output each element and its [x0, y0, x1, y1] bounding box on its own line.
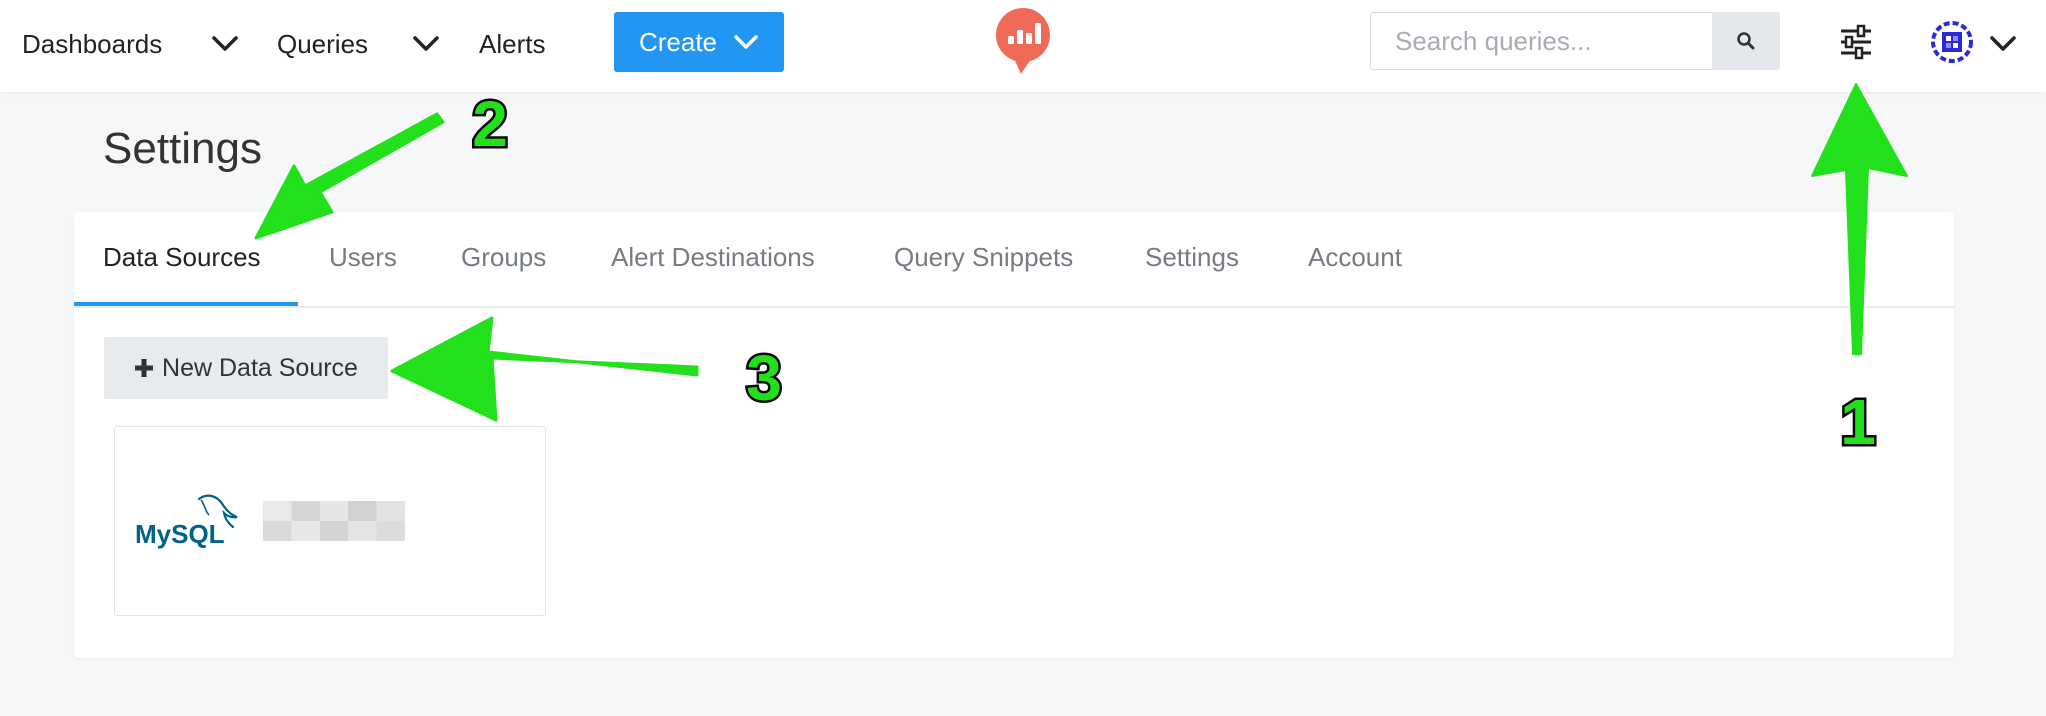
create-button-label: Create: [638, 26, 718, 57]
create-button[interactable]: Create: [614, 12, 784, 72]
annotation-marker-2: 2: [472, 88, 508, 160]
search-button[interactable]: [1712, 12, 1780, 70]
mysql-logo-text: MySQL: [135, 519, 225, 549]
tab-alert-destinations[interactable]: Alert Destinations: [611, 242, 815, 273]
search-icon: [1737, 32, 1755, 50]
chevron-down-icon: [734, 35, 758, 49]
redash-logo[interactable]: [995, 8, 1051, 74]
new-data-source-label: New Data Source: [162, 353, 358, 382]
tab-groups[interactable]: Groups: [461, 242, 546, 273]
settings-sliders-icon[interactable]: [1838, 24, 1874, 60]
chevron-down-icon[interactable]: [1988, 33, 2018, 55]
nav-alerts[interactable]: Alerts: [479, 22, 545, 66]
redacted-data-source-name: [263, 501, 405, 541]
tab-settings[interactable]: Settings: [1145, 242, 1239, 273]
top-navbar: Dashboards Queries Alerts Create: [0, 0, 2046, 92]
tab-account[interactable]: Account: [1308, 242, 1402, 273]
tab-users[interactable]: Users: [329, 242, 397, 273]
settings-card: Data Sources Users Groups Alert Destinat…: [74, 212, 1954, 658]
tab-data-sources[interactable]: Data Sources: [103, 242, 261, 273]
tab-query-snippets[interactable]: Query Snippets: [894, 242, 1073, 273]
search-input[interactable]: [1370, 12, 1712, 70]
new-data-source-button[interactable]: New Data Source: [104, 337, 388, 399]
user-avatar[interactable]: [1930, 20, 1974, 64]
nav-dashboards[interactable]: Dashboards: [22, 22, 162, 66]
chevron-down-icon[interactable]: [411, 33, 441, 55]
page-title: Settings: [103, 124, 262, 173]
settings-tabs: Data Sources Users Groups Alert Destinat…: [74, 212, 1954, 308]
data-source-tile[interactable]: MySQL: [114, 426, 546, 616]
plus-icon: [135, 359, 154, 377]
chevron-down-icon[interactable]: [210, 33, 240, 55]
nav-queries[interactable]: Queries: [277, 22, 368, 66]
active-tab-indicator: [74, 302, 298, 306]
mysql-logo: MySQL: [135, 494, 238, 549]
